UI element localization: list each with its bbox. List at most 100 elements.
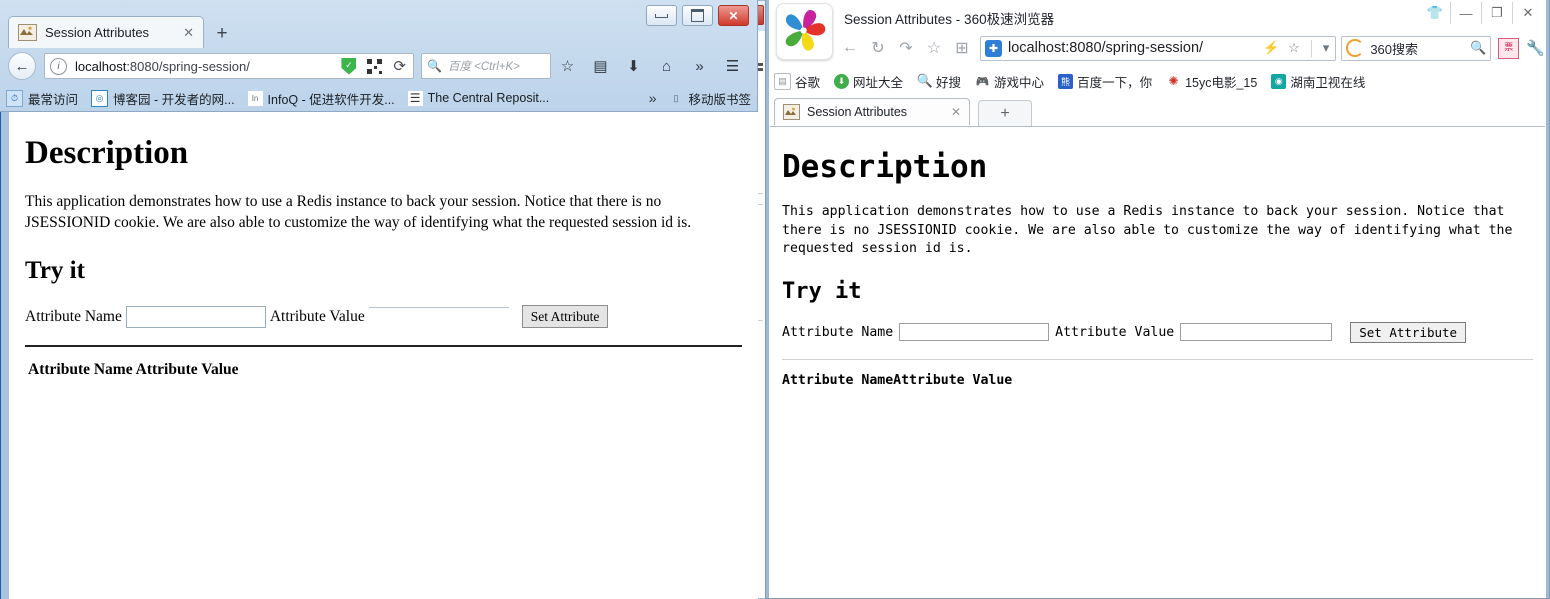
favorite-icon[interactable]: ☆ <box>920 35 948 61</box>
attributes-table-header: Attribute Name Attribute Value <box>28 361 758 379</box>
attribute-name-input[interactable] <box>899 323 1050 341</box>
page-title-description: Description <box>25 135 189 171</box>
blog-icon: ◎ <box>91 89 109 107</box>
bookmark-item[interactable]: 🔍 好搜 <box>916 72 961 91</box>
mobile-bookmarks-item[interactable]: ▯ 移动版书签 <box>668 89 752 108</box>
bookmark-label: 湖南卫视在线 <box>1290 75 1366 90</box>
magnifier-icon[interactable]: 🔍 <box>1470 40 1486 56</box>
overflow-icon[interactable]: » <box>683 53 716 79</box>
blue-shield-icon: ✚ <box>985 39 1002 57</box>
window-controls-firefox: ✕ <box>646 5 749 26</box>
bookmark-item[interactable]: 🎮 游戏中心 <box>975 72 1044 91</box>
forward-icon[interactable]: ↻ <box>864 35 892 61</box>
tab-session-attributes-firefox[interactable]: Session Attributes ✕ <box>8 16 204 48</box>
baidu-icon: 熊 <box>1058 73 1074 89</box>
minimize-button-360[interactable]: — <box>1450 2 1481 24</box>
overflow-icon[interactable]: » <box>649 90 657 106</box>
downloads-icon[interactable]: ⬇ <box>617 53 650 79</box>
titlebar-360: Session Attributes - 360极速浏览器 👕 — ❐ ✕ <box>766 0 1549 60</box>
hao360-icon: ⬇ <box>834 73 850 89</box>
maximize-button-360[interactable]: ❐ <box>1481 2 1512 24</box>
hunantv-icon: ◉ <box>1271 73 1287 89</box>
bookmark-item[interactable]: ⏱ 最常访问 <box>6 89 78 108</box>
chevron-down-icon[interactable]: ▾ <box>1323 40 1330 56</box>
bookmark-label: 最常访问 <box>28 92 79 107</box>
bookmark-star-icon[interactable]: ☆ <box>551 53 584 79</box>
search-box-360[interactable]: 360搜索 🔍 <box>1341 35 1492 61</box>
library-icon[interactable]: ▤ <box>584 53 617 79</box>
bookmark-item[interactable]: ☰ The Central Reposit... <box>407 90 550 106</box>
maximize-button-firefox[interactable] <box>682 5 713 26</box>
back-icon[interactable]: ← <box>836 35 864 61</box>
page-heading-try-it: Try it <box>25 257 85 284</box>
bookmark-label: 博客园 - 开发者的网... <box>113 92 235 107</box>
minimize-button-firefox[interactable] <box>646 5 677 26</box>
page-title-description: Description <box>782 149 988 185</box>
set-attribute-button[interactable]: Set Attribute <box>521 305 609 328</box>
address-bar-360[interactable]: ✚ localhost:8080/spring-session/ ⚡ ☆ ▾ <box>980 35 1337 61</box>
tab-session-attributes-360[interactable]: Session Attributes ✕ <box>774 98 970 125</box>
attribute-name-label: Attribute Name <box>25 307 122 325</box>
tab-label: Session Attributes <box>807 105 908 119</box>
bookmark-item[interactable]: ⬇ 网址大全 <box>834 72 903 91</box>
search-engine-label: 360搜索 <box>1370 41 1419 57</box>
address-bar-firefox[interactable]: i localhost:8080/spring-session/ ✓ ⟳ <box>44 53 414 79</box>
search-placeholder: 百度 <Ctrl+K> <box>447 61 520 73</box>
reload-icon[interactable]: ⟳ <box>393 57 406 75</box>
table-header-value: Attribute Value <box>893 372 1013 388</box>
lightning-icon[interactable]: ⚡ <box>1263 40 1279 56</box>
bookmark-label: InfoQ - 促进软件开发... <box>267 92 395 107</box>
back-button[interactable]: ← <box>8 52 36 80</box>
history-icon[interactable]: ↷ <box>892 35 920 61</box>
bookmark-item[interactable]: ◉ 湖南卫视在线 <box>1271 72 1365 91</box>
bookmark-label: 百度一下，你 <box>1077 75 1153 90</box>
star-icon[interactable]: ☆ <box>1288 40 1300 56</box>
info-icon[interactable]: i <box>50 57 67 75</box>
bookmarks-bar-firefox: ⏱ 最常访问 ◎ 博客园 - 开发者的网... In InfoQ - 促进软件开… <box>6 86 751 110</box>
search-input[interactable]: 🔍 百度 <Ctrl+K> <box>421 53 551 79</box>
apps-grid-icon[interactable]: ⊞ <box>948 35 976 61</box>
skin-icon[interactable]: 👕 <box>1420 2 1450 24</box>
browser-window-firefox[interactable]: ✕ Session Attributes ✕ + ← i localhost:8… <box>0 0 758 599</box>
phone-icon: ▯ <box>673 92 679 103</box>
divider <box>25 345 742 347</box>
movie-icon: ✺ <box>1166 73 1182 89</box>
close-icon[interactable]: ✕ <box>951 105 961 119</box>
infoq-icon: In <box>247 90 263 106</box>
qr-icon[interactable] <box>367 58 383 74</box>
bookmark-item[interactable]: ◎ 博客园 - 开发者的网... <box>91 89 235 108</box>
bookmarks-overflow-group: » ▯ 移动版书签 <box>649 89 751 108</box>
bookmark-item[interactable]: In InfoQ - 促进软件开发... <box>247 89 395 108</box>
favicon <box>783 104 800 120</box>
home-icon[interactable]: ⌂ <box>650 53 683 79</box>
360-search-icon <box>1346 39 1365 57</box>
haosou-icon: 🔍 <box>916 73 933 89</box>
bookmark-item[interactable]: 熊 百度一下，你 <box>1058 72 1152 91</box>
attribute-name-label: Attribute Name <box>782 324 894 340</box>
close-button-360[interactable]: ✕ <box>1512 2 1543 24</box>
shield-icon[interactable]: ✓ <box>341 57 357 75</box>
attribute-value-label: Attribute Value <box>1055 324 1175 340</box>
bookmark-label: The Central Reposit... <box>427 91 550 105</box>
bookmark-item[interactable]: ▤ 谷歌 <box>774 72 820 91</box>
360-pinwheel-logo <box>776 3 833 60</box>
attribute-value-input[interactable] <box>1180 323 1333 341</box>
set-attribute-button[interactable]: Set Attribute <box>1350 321 1467 343</box>
coupon-icon[interactable]: 票 <box>1498 37 1520 59</box>
attribute-name-input[interactable] <box>125 305 266 328</box>
close-icon[interactable]: ✕ <box>183 25 194 41</box>
new-tab-button-firefox[interactable]: + <box>204 20 240 48</box>
attribute-value-input[interactable] <box>368 306 509 327</box>
list-icon: ☰ <box>407 90 423 106</box>
description-paragraph: This application demonstrates how to use… <box>782 204 1513 256</box>
close-button-firefox[interactable]: ✕ <box>718 5 749 26</box>
bookmark-item[interactable]: ✺ 15yc电影_15 <box>1166 72 1257 91</box>
new-tab-button-360[interactable]: + <box>978 100 1032 126</box>
url-path: :8080/spring-session/ <box>126 58 250 74</box>
address-bar-icons-firefox: ✓ ⟳ <box>341 57 408 75</box>
wrench-icon[interactable]: 🔧 <box>1526 39 1545 57</box>
tab-strip-firefox: Session Attributes ✕ + <box>8 16 240 48</box>
browser-window-360[interactable]: Session Attributes - 360极速浏览器 👕 — ❐ ✕ ← … <box>765 0 1550 599</box>
menu-icon[interactable]: ☰ <box>716 53 749 79</box>
table-header-value: Attribute Value <box>135 361 239 378</box>
